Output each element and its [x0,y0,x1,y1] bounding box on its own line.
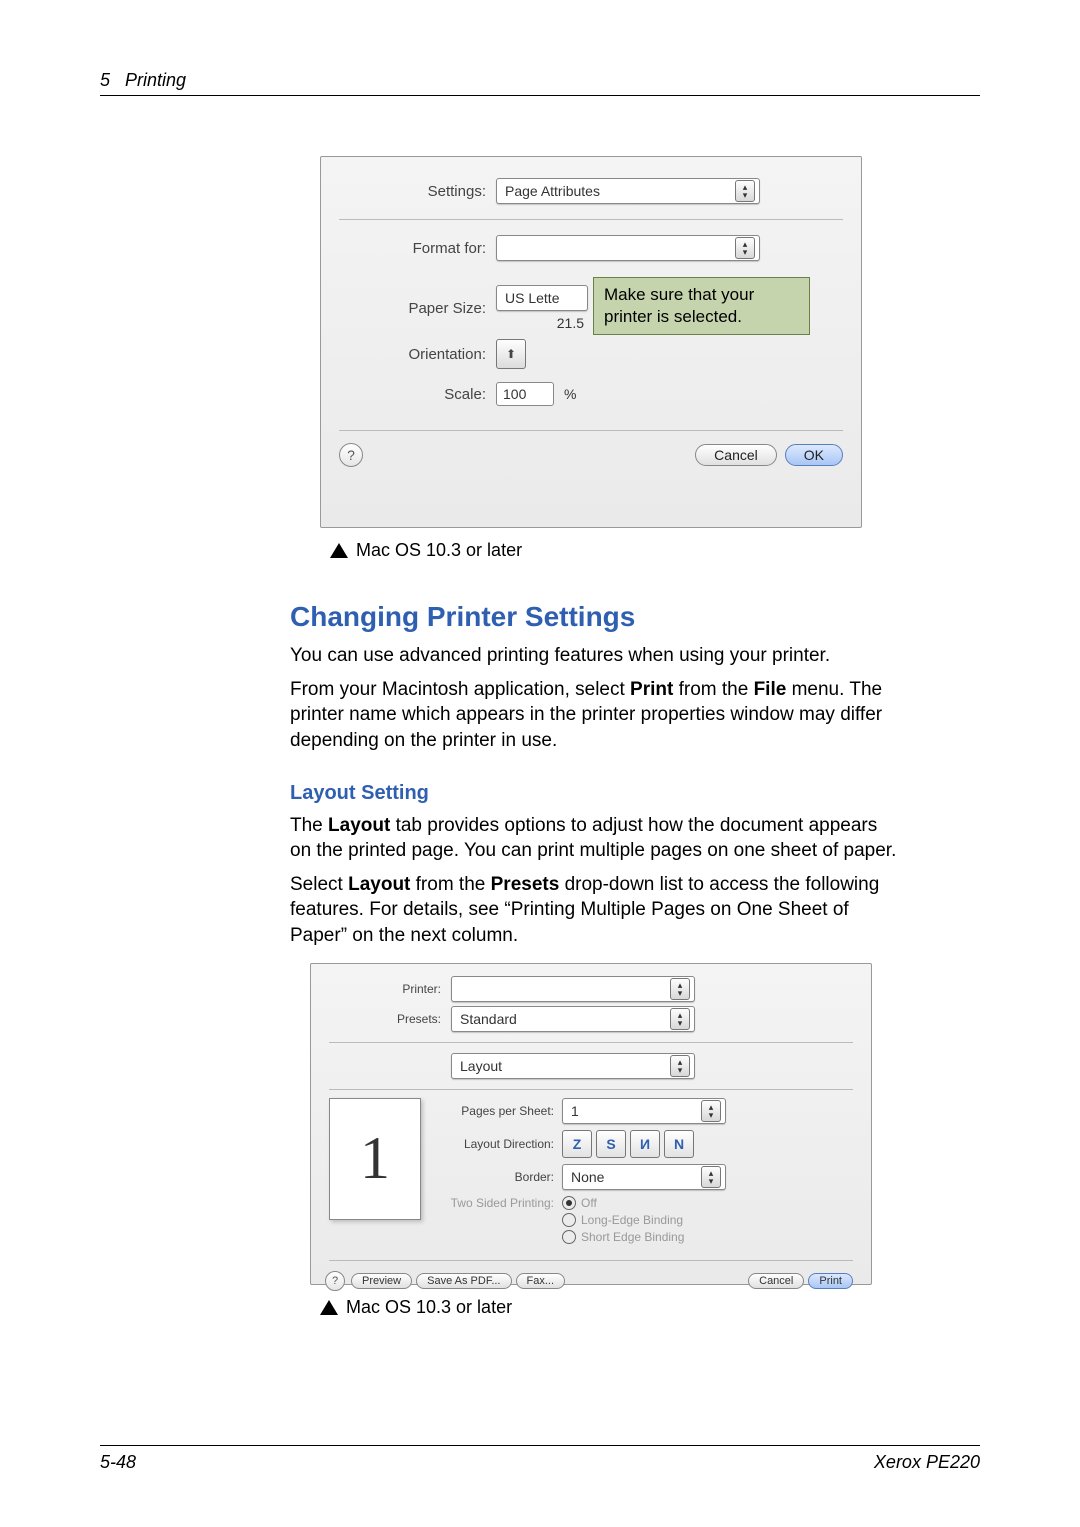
border-label: Border: [439,1170,562,1184]
section-heading: Changing Printer Settings [290,601,900,633]
updown-icon [670,1008,690,1030]
orientation-portrait-button[interactable]: ⬆︎ [496,339,526,369]
scale-input[interactable]: 100 [496,382,554,406]
body-text: You can use advanced printing features w… [290,643,900,669]
scale-unit: % [564,386,576,402]
formatfor-label: Format for: [321,240,496,257]
papersize-sub: 21.5 [496,315,588,331]
orientation-label: Orientation: [321,346,496,363]
scale-value: 100 [503,386,526,402]
page-footer: 5-48 Xerox PE220 [100,1445,980,1473]
chapter-number: 5 [100,70,110,90]
papersize-value: US Lette [505,290,559,306]
layout-direction-2-button[interactable]: S [596,1130,626,1158]
print-button[interactable]: Print [808,1273,853,1289]
page-setup-dialog: Settings: Page Attributes Format for: Pa… [320,156,862,528]
fax-button[interactable]: Fax... [516,1273,566,1289]
layout-preview: 1 [329,1098,421,1220]
layout-direction-3-button[interactable]: И [630,1130,660,1158]
border-popup[interactable]: None [562,1164,726,1190]
two-sided-short-radio[interactable] [562,1230,576,1244]
updown-icon [701,1166,721,1188]
help-button[interactable]: ? [339,443,363,467]
product-name: Xerox PE220 [874,1452,980,1473]
scale-label: Scale: [321,386,496,403]
settings-label: Settings: [321,183,496,200]
cancel-button[interactable]: Cancel [748,1273,804,1289]
two-sided-long-radio[interactable] [562,1213,576,1227]
papersize-popup[interactable]: US Lette [496,285,588,311]
preview-button[interactable]: Preview [351,1273,412,1289]
presets-label: Presets: [311,1012,451,1026]
ok-button[interactable]: OK [785,444,843,466]
formatfor-popup[interactable] [496,235,760,261]
two-sided-off-radio[interactable] [562,1196,576,1210]
printer-popup[interactable] [451,976,695,1002]
updown-icon [701,1100,721,1122]
cancel-button[interactable]: Cancel [695,444,777,466]
settings-popup[interactable]: Page Attributes [496,178,760,204]
layout-direction-label: Layout Direction: [439,1137,562,1151]
figure-caption: Mac OS 10.3 or later [330,540,900,561]
papersize-label: Paper Size: [321,300,496,317]
callout-printer-selected: Make sure that your printer is selected. [593,277,810,335]
updown-icon [670,1055,690,1077]
help-icon: ? [347,447,355,463]
updown-icon [735,237,755,259]
help-icon: ? [332,1275,338,1287]
layout-direction-1-button[interactable]: Z [562,1130,592,1158]
settings-value: Page Attributes [505,183,600,199]
figure-caption: Mac OS 10.3 or later [320,1297,900,1318]
running-header: 5 Printing [100,70,980,96]
presets-popup[interactable]: Standard [451,1006,695,1032]
chapter-title: Printing [125,70,186,90]
subsection-heading: Layout Setting [290,782,900,805]
triangle-icon [330,543,348,558]
body-text: From your Macintosh application, select … [290,677,900,754]
two-sided-label: Two Sided Printing: [439,1196,562,1210]
updown-icon [670,978,690,1000]
pane-popup[interactable]: Layout [451,1053,695,1079]
save-as-pdf-button[interactable]: Save As PDF... [416,1273,511,1289]
printer-label: Printer: [311,982,451,996]
pages-per-sheet-label: Pages per Sheet: [439,1104,562,1118]
help-button[interactable]: ? [325,1271,345,1291]
portrait-icon: ⬆︎ [506,347,516,361]
updown-icon [735,180,755,202]
pages-per-sheet-popup[interactable]: 1 [562,1098,726,1124]
page-number: 5-48 [100,1452,136,1473]
body-text: The Layout tab provides options to adjus… [290,813,900,864]
body-text: Select Layout from the Presets drop-down… [290,872,900,949]
print-dialog: Printer: Presets: Standard Layout [310,963,872,1285]
triangle-icon [320,1300,338,1315]
layout-direction-4-button[interactable]: N [664,1130,694,1158]
